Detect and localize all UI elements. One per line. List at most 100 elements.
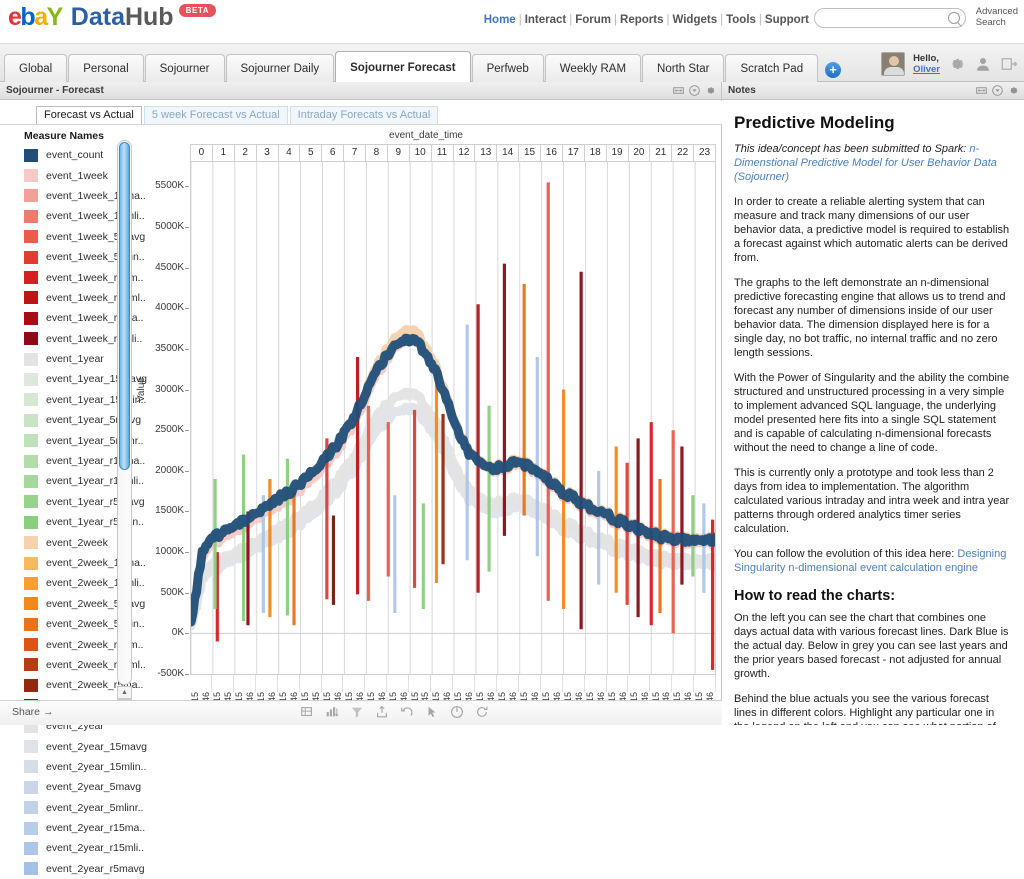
legend-item[interactable]: event_2year_15mavg: [6, 736, 147, 756]
tab-north-star[interactable]: North Star: [642, 54, 725, 85]
gear-icon[interactable]: [705, 85, 716, 96]
avatar[interactable]: [881, 52, 906, 76]
gear-icon[interactable]: [948, 55, 966, 73]
legend-item-label: event_2year_r5mavg: [46, 862, 145, 875]
legend-item[interactable]: event_2year_r15mli..: [6, 838, 144, 858]
legend-item[interactable]: event_2year_5mavg: [6, 777, 141, 797]
nav-link-forum[interactable]: Forum: [575, 14, 611, 26]
nav-sep: |: [614, 14, 618, 26]
legend-item-label: event_2year_15mavg: [46, 740, 147, 753]
legend-item[interactable]: event_1week_5mavg: [6, 227, 145, 247]
legend-item[interactable]: event_1year_r15mli..: [6, 471, 144, 491]
legend-item[interactable]: event_2year_r15ma..: [6, 818, 145, 838]
share-button[interactable]: Share →: [12, 706, 53, 718]
legend-item[interactable]: event_1week_r5ma..: [6, 308, 143, 328]
sort-icon[interactable]: [325, 705, 339, 719]
legend-item[interactable]: event_1week_15ma..: [6, 186, 146, 206]
notes-evolution-text: You can follow the evolution of this ide…: [734, 548, 958, 560]
chart-tab-intraday-forecasts-vs-actual[interactable]: Intraday Forecats vs Actual: [289, 106, 439, 124]
search-icon[interactable]: [948, 12, 960, 24]
pointer-icon[interactable]: [425, 705, 439, 719]
legend-item[interactable]: event_1week_r15ml..: [6, 288, 146, 308]
legend-item[interactable]: event_1year_r15ma..: [6, 451, 145, 471]
search-input[interactable]: [815, 9, 943, 27]
nav-link-widgets[interactable]: Widgets: [672, 14, 717, 26]
legend-item[interactable]: event_1year_r5mavg: [6, 492, 145, 512]
plot-area[interactable]: [190, 162, 716, 674]
legend-item[interactable]: event_1week_r15m..: [6, 267, 143, 287]
tab-weekly-ram[interactable]: Weekly RAM: [544, 54, 642, 85]
resize-icon[interactable]: [673, 85, 684, 96]
user-icon[interactable]: [974, 55, 992, 73]
datahub-data-text: Data: [70, 3, 125, 31]
y-axis-tick-label: 0K: [144, 627, 189, 638]
refresh-icon[interactable]: [475, 705, 489, 719]
legend-item[interactable]: event_1year_15mavg: [6, 369, 147, 389]
legend-item[interactable]: event_2week_r5ma..: [6, 675, 143, 695]
x-axis-hour-cell: 11: [432, 145, 454, 161]
legend-item[interactable]: event_count: [6, 145, 114, 165]
legend-item[interactable]: event_2week: [6, 532, 114, 552]
legend-item[interactable]: event_1year_5mavg: [6, 410, 141, 430]
legend-scroll-up-button[interactable]: ▲: [117, 686, 132, 699]
tab-sojourner-forecast[interactable]: Sojourner Forecast: [335, 51, 471, 85]
add-tab-button[interactable]: +: [825, 62, 842, 78]
legend-item[interactable]: event_1year: [6, 349, 114, 369]
export-icon[interactable]: [375, 705, 389, 719]
legend-item[interactable]: event_1week_15mli..: [6, 206, 145, 226]
legend-item[interactable]: event_1week_r5mli..: [6, 329, 142, 349]
legend-item[interactable]: event_1year_15mlin..: [6, 390, 146, 410]
legend-item[interactable]: event_2year_5mlinr..: [6, 798, 143, 818]
nav-link-interact[interactable]: Interact: [525, 14, 567, 26]
pause-icon[interactable]: [450, 705, 464, 719]
gear-icon[interactable]: [1008, 85, 1019, 96]
tab-scratch-pad[interactable]: Scratch Pad: [725, 54, 819, 85]
x-axis-hour-cell: 12: [454, 145, 476, 161]
tab-perfweb[interactable]: Perfweb: [471, 54, 544, 85]
legend-swatch: [24, 271, 38, 285]
legend-item[interactable]: event_2week_5mlin..: [6, 614, 145, 634]
chevron-down-icon[interactable]: [689, 85, 700, 96]
legend-item[interactable]: event_2week_15ma..: [6, 553, 146, 573]
chevron-down-icon[interactable]: [992, 85, 1003, 96]
legend-item[interactable]: event_2year_15mlin..: [6, 757, 146, 777]
legend-swatch: [24, 760, 38, 774]
chart-tab-forecast-vs-actual[interactable]: Forecast vs Actual: [36, 106, 142, 124]
legend-item-label: event_2week: [46, 536, 108, 549]
search-box[interactable]: [814, 8, 966, 28]
x-axis-bottom-cell: [497, 675, 519, 692]
nav-link-support[interactable]: Support: [765, 14, 809, 26]
legend-item[interactable]: event_2year_r5mavg: [6, 859, 145, 879]
legend-item[interactable]: event_2week_5mavg: [6, 594, 145, 614]
legend-item[interactable]: event_1year_5mlinr..: [6, 430, 143, 450]
notes-heading-how-to-read: How to read the charts:: [734, 588, 896, 604]
logout-icon[interactable]: [1000, 55, 1018, 73]
legend-item[interactable]: event_1week_5mlin..: [6, 247, 145, 267]
legend-item[interactable]: event_2week_r15ml..: [6, 655, 146, 675]
tab-global[interactable]: Global: [4, 54, 68, 85]
legend-item[interactable]: event_1week: [6, 165, 114, 185]
panel-title-bar: Sojourner - Forecast: [0, 82, 721, 100]
filter-icon[interactable]: [350, 705, 364, 719]
legend-item[interactable]: event_2week_15mli..: [6, 573, 145, 593]
tab-sojourner-daily[interactable]: Sojourner Daily: [225, 54, 335, 85]
advanced-search-link[interactable]: Advanced Search: [976, 6, 1018, 28]
keep-only-icon[interactable]: [300, 705, 314, 719]
notes-heading: Predictive Modeling: [734, 113, 895, 132]
legend-scrollbar[interactable]: [117, 140, 132, 685]
nav-link-reports[interactable]: Reports: [620, 14, 663, 26]
tab-personal[interactable]: Personal: [68, 54, 144, 85]
undo-icon[interactable]: [400, 705, 414, 719]
tab-sojourner[interactable]: Sojourner: [144, 54, 225, 85]
legend-item[interactable]: event_1year_r5mlin..: [6, 512, 144, 532]
nav-link-home[interactable]: Home: [484, 14, 516, 26]
legend-item[interactable]: event_2week_r15m..: [6, 634, 143, 654]
legend-scroll-thumb[interactable]: [119, 142, 130, 470]
resize-icon[interactable]: [976, 85, 987, 96]
brand-logo[interactable]: ebaY DataHub BETA: [8, 3, 217, 32]
legend-swatch: [24, 413, 38, 427]
nav-link-tools[interactable]: Tools: [726, 14, 756, 26]
user-name-link[interactable]: Oliver: [913, 64, 940, 75]
user-area: Hello, Oliver: [881, 52, 1018, 76]
chart-tab-5week-forecast-vs-actual[interactable]: 5 week Forecast vs Actual: [143, 106, 288, 124]
